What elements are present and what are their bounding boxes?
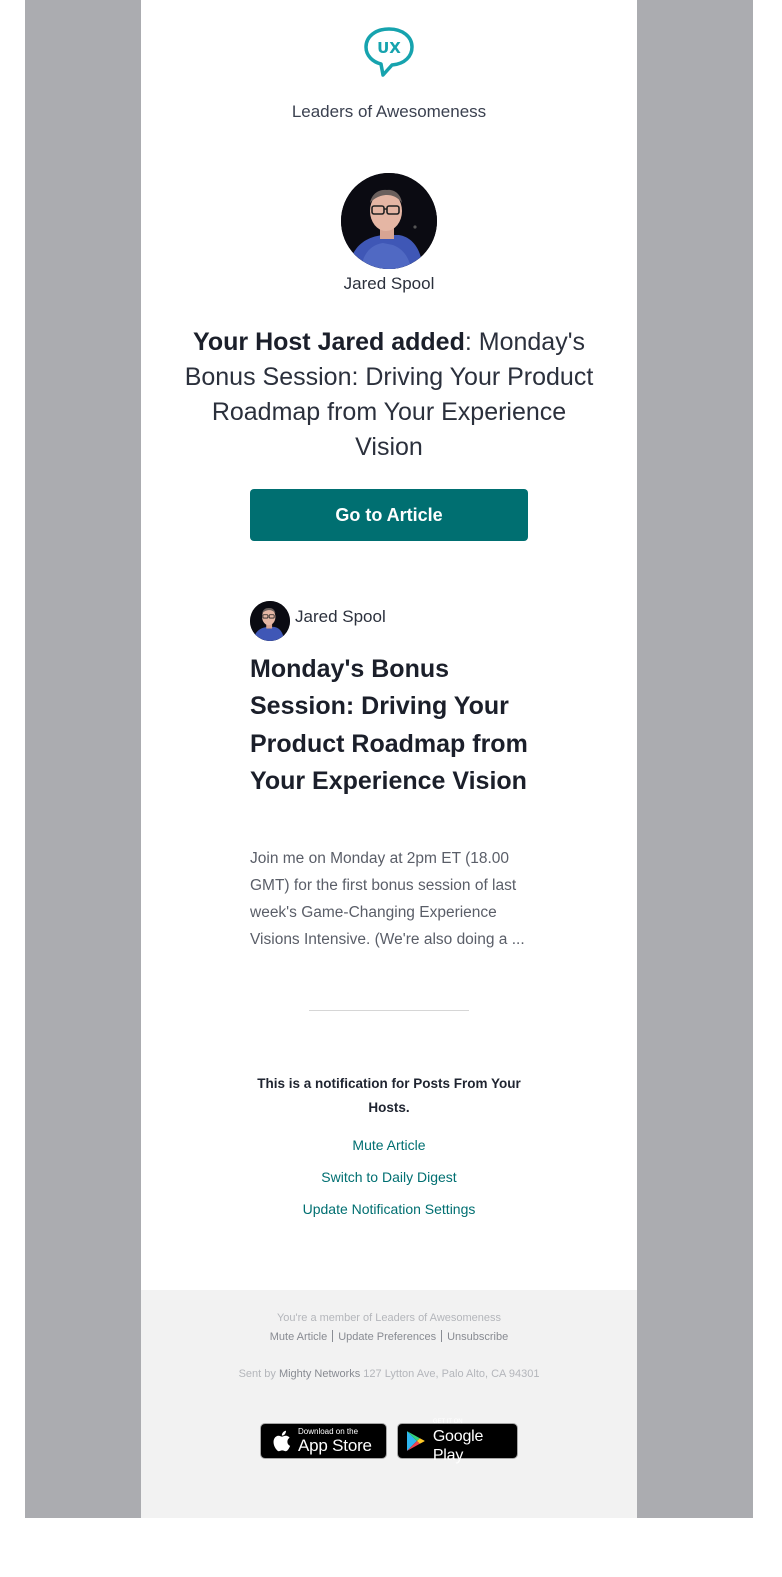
switch-daily-digest-link[interactable]: Switch to Daily Digest	[141, 1169, 637, 1185]
mute-article-link[interactable]: Mute Article	[141, 1137, 637, 1153]
sender-address: 127 Lytton Ave, Palo Alto, CA 94301	[363, 1368, 540, 1380]
link-separator	[441, 1330, 443, 1342]
sent-by-label: Sent by	[238, 1368, 276, 1380]
author-name[interactable]: Jared Spool	[295, 607, 386, 627]
notification-headline: Your Host Jared added: Monday's Bonus Se…	[177, 325, 601, 465]
app-badges: Download on the App Store GET IT ON Goog…	[141, 1419, 637, 1464]
host-avatar[interactable]	[341, 173, 437, 269]
google-play-big-text: Google Play	[432, 1427, 484, 1464]
app-store-big-text: App Store	[298, 1436, 372, 1455]
community-name: Leaders of Awesomeness	[291, 102, 487, 121]
post-excerpt: Join me on Monday at 2pm ET (18.00 GMT) …	[250, 850, 525, 948]
sender-info: Sent by Mighty Networks 127 Lytton Ave, …	[141, 1368, 637, 1380]
headline-bold: Your Host Jared added	[193, 328, 465, 356]
post-title[interactable]: Monday's Bonus Session: Driving Your Pro…	[250, 651, 540, 801]
link-separator	[332, 1330, 334, 1342]
host-name: Jared Spool	[343, 274, 435, 293]
google-play-small-text: GET IT ON	[432, 1418, 463, 1425]
apple-icon	[273, 1430, 291, 1452]
author-avatar[interactable]	[250, 601, 290, 641]
app-store-badge[interactable]: Download on the App Store	[260, 1423, 387, 1459]
post-author-row[interactable]: Jared Spool	[250, 601, 386, 641]
footer-mute-article-link[interactable]: Mute Article	[270, 1331, 327, 1343]
email-body: UX Leaders of Awesomeness Jared Spool Yo…	[141, 0, 637, 1518]
logo-text: UX	[377, 39, 401, 57]
logo[interactable]: UX	[141, 26, 637, 78]
ux-logo-icon: UX	[364, 27, 414, 77]
mighty-networks-link[interactable]: Mighty Networks	[279, 1368, 360, 1380]
footer-update-preferences-link[interactable]: Update Preferences	[338, 1331, 436, 1343]
go-to-article-button[interactable]: Go to Article	[250, 489, 528, 541]
email-footer: You're a member of Leaders of Awesomenes…	[141, 1290, 637, 1518]
notification-notice: This is a notification for Posts From Yo…	[257, 1076, 521, 1115]
author-photo-icon	[250, 601, 290, 641]
footer-unsubscribe-link[interactable]: Unsubscribe	[447, 1331, 508, 1343]
google-play-icon	[406, 1431, 425, 1451]
footer-links: Mute Article Update Preferences Unsubscrib…	[141, 1330, 637, 1343]
membership-text: You're a member of Leaders of Awesomenes…	[276, 1312, 502, 1324]
host-photo-icon	[341, 173, 437, 269]
google-play-badge[interactable]: GET IT ON Google Play	[397, 1419, 518, 1464]
divider	[309, 1010, 469, 1011]
update-notification-settings-link[interactable]: Update Notification Settings	[141, 1201, 637, 1217]
app-store-small-text: Download on the	[298, 1427, 359, 1436]
